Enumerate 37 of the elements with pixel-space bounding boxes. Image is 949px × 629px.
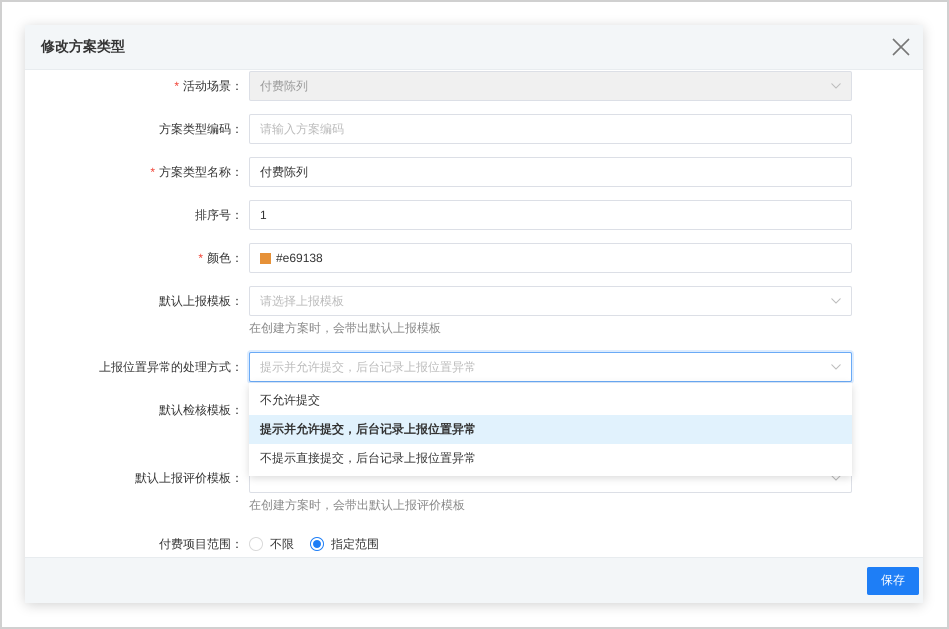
placeholder-text: 提示并允许提交，后台记录上报位置异常 [260, 358, 477, 376]
text-input-field[interactable]: 付费陈列 [249, 157, 852, 187]
chevron-down-icon [831, 364, 841, 370]
dropdown-option[interactable]: 不提示直接提交，后台记录上报位置异常 [249, 444, 852, 473]
hint-text: 在创建方案时，会带出默认上报模板 [249, 320, 442, 337]
field-value: #e69138 [276, 251, 324, 265]
required-asterisk: * [174, 79, 179, 93]
chevron-down-icon [831, 83, 841, 89]
field-value: 付费陈列 [260, 78, 309, 94]
field-label: 排序号： [195, 208, 243, 222]
field-label: 颜色： [207, 251, 243, 265]
field-label: 默认检核模板： [159, 403, 243, 417]
close-icon[interactable] [891, 37, 911, 57]
radio-option[interactable]: 不限 [249, 536, 294, 552]
field-label: 活动场景： [183, 79, 243, 93]
chevron-down-icon [831, 475, 841, 481]
dropdown-option[interactable]: 提示并允许提交，后台记录上报位置异常 [249, 415, 852, 444]
hint-text: 在创建方案时，会带出默认上报评价模板 [249, 497, 466, 514]
required-asterisk: * [198, 251, 203, 265]
field-label: 默认上报模板： [159, 294, 243, 308]
field-label: 默认上报评价模板： [135, 471, 243, 485]
field-label: 上报位置异常的处理方式： [99, 360, 243, 374]
radio-option[interactable]: 指定范围 [310, 536, 379, 552]
field-label: 方案类型编码： [159, 122, 243, 136]
field-value: 付费陈列 [260, 164, 309, 180]
field-label: 方案类型名称： [159, 165, 243, 179]
dialog-title: 修改方案类型 [41, 38, 125, 56]
field-label: 付费项目范围： [159, 537, 243, 551]
placeholder-text: 请选择上报模板 [260, 292, 345, 310]
field-value: 1 [260, 208, 268, 222]
chevron-down-icon [831, 298, 841, 304]
color-input-field[interactable]: #e69138 [249, 243, 852, 273]
save-button[interactable]: 保存 [867, 566, 919, 594]
placeholder-text: 请输入方案编码 [260, 120, 345, 138]
text-input-field[interactable]: 1 [249, 200, 852, 230]
dropdown-option[interactable]: 不允许提交 [249, 386, 852, 415]
required-asterisk: * [150, 165, 155, 179]
